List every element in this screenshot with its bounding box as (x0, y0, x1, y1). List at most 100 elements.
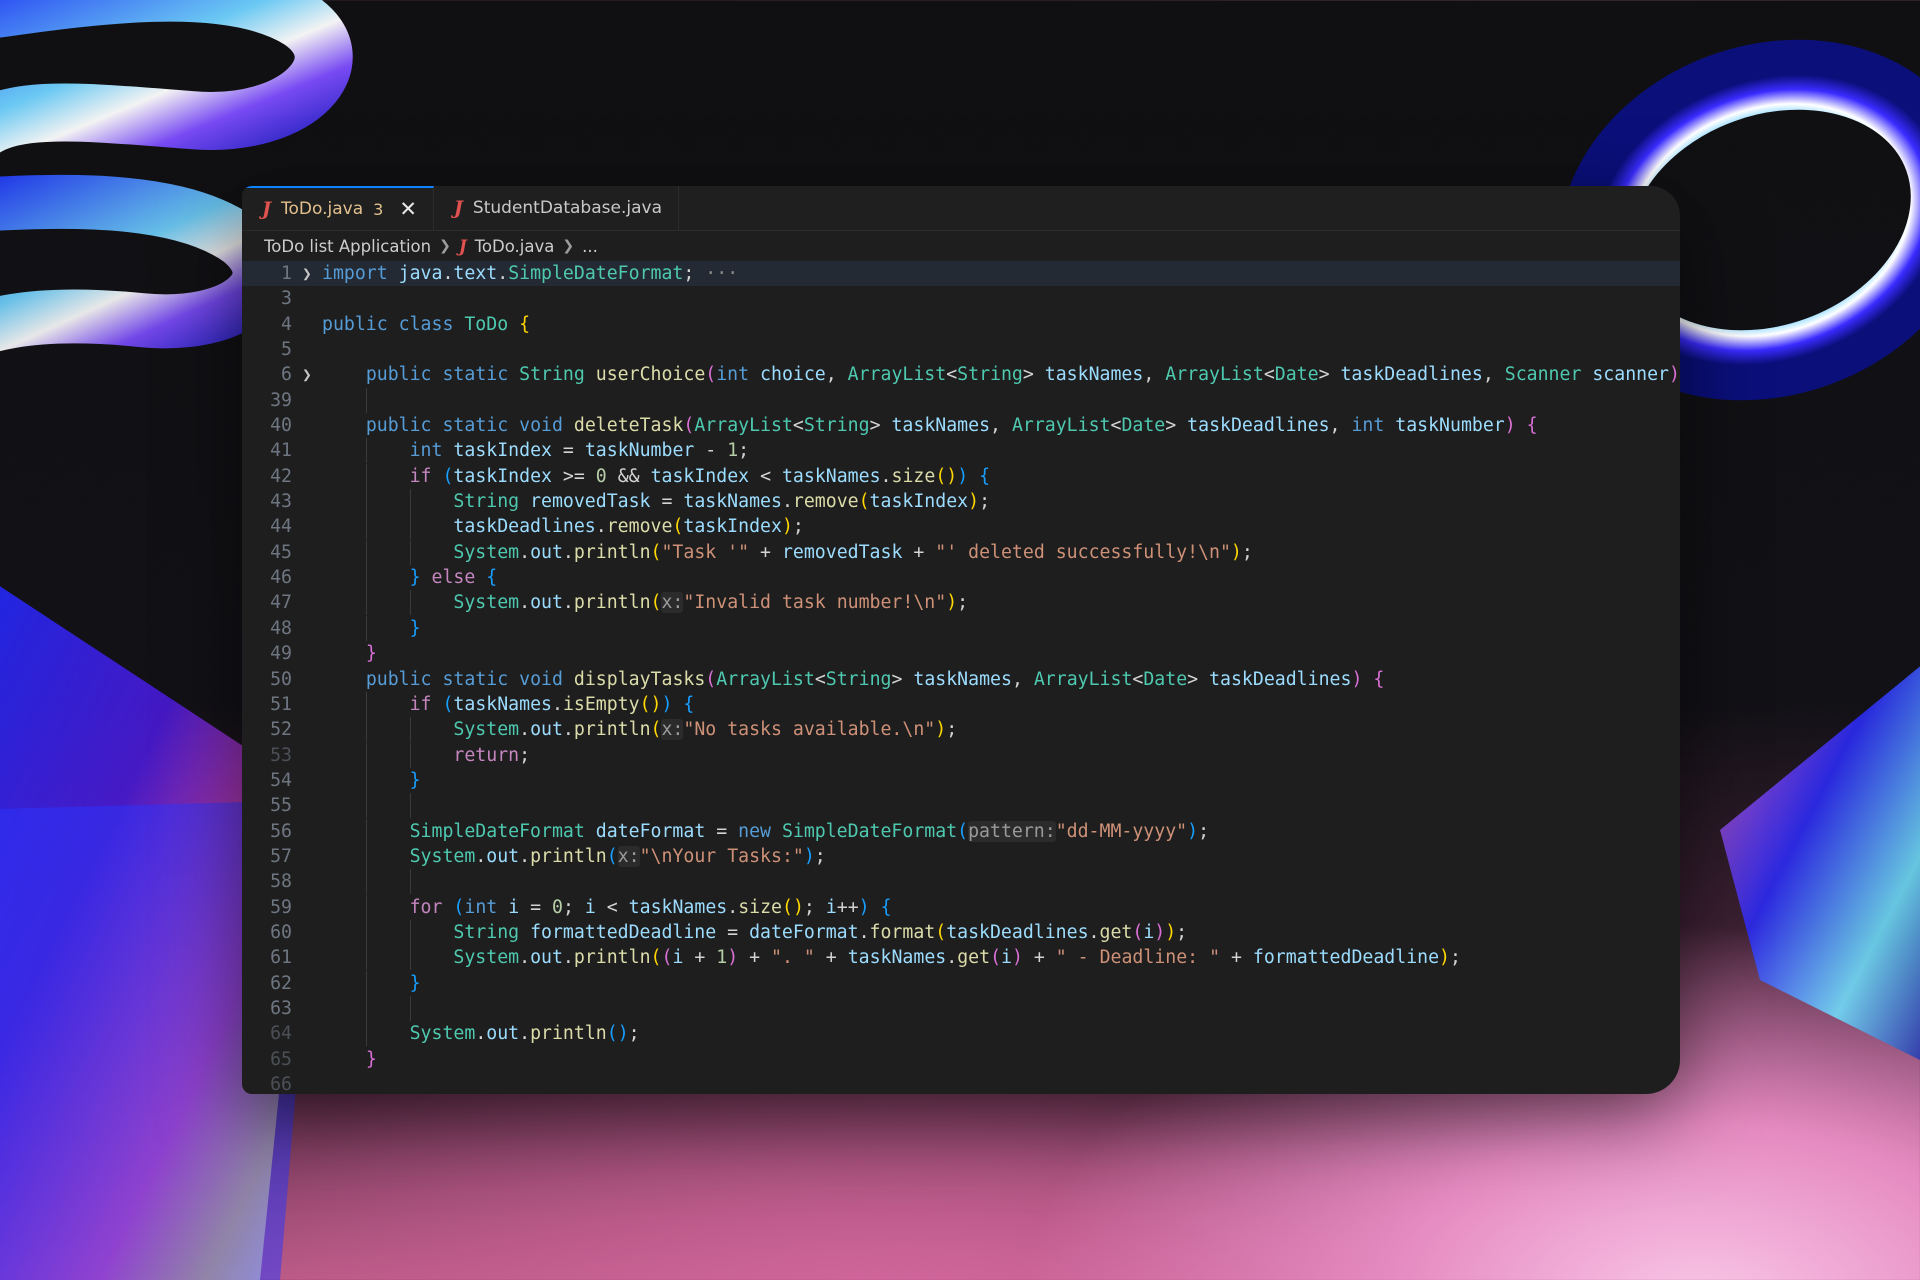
code-text: SimpleDateFormat dateFormat = new Simple… (409, 820, 1210, 842)
chevron-right-icon[interactable]: ❯ (292, 261, 322, 286)
code-line[interactable]: 5 (242, 337, 1680, 362)
code-text: public static void displayTasks(ArrayLis… (365, 668, 1385, 690)
gutter-space (292, 286, 322, 311)
code-line[interactable]: 57 System.out.println(x:"\nYour Tasks:")… (242, 844, 1680, 869)
code-text: public static String userChoice(int choi… (365, 364, 1680, 386)
code-line[interactable]: 48 } (242, 616, 1680, 641)
code-text: public class ToDo { (322, 313, 531, 335)
code-text: System.out.println((i + 1) + ". " + task… (453, 947, 1461, 969)
code-text: return; (453, 744, 531, 766)
code-editor-window: J ToDo.java 3 ✕ J StudentDatabase.java T… (242, 186, 1680, 1094)
code-line[interactable]: 44 taskDeadlines.remove(taskIndex); (242, 514, 1680, 539)
code-line[interactable]: 3 (242, 286, 1680, 311)
code-line[interactable]: 41 int taskIndex = taskNumber - 1; (242, 438, 1680, 463)
code-text: } (409, 769, 421, 791)
code-line[interactable]: 40 public static void deleteTask(ArrayLi… (242, 413, 1680, 438)
code-line[interactable]: 52 System.out.println(x:"No tasks availa… (242, 717, 1680, 742)
code-line[interactable]: 54 } (242, 768, 1680, 793)
gutter-space (292, 1021, 322, 1046)
code-line[interactable]: 6 ❯ public static String userChoice(int c… (242, 362, 1680, 387)
gutter-space (292, 312, 322, 337)
gutter-space (292, 768, 322, 793)
code-line[interactable]: 63 (242, 996, 1680, 1021)
gutter-space (292, 413, 322, 438)
code-line[interactable]: 49 } (242, 641, 1680, 666)
tab-todo-java[interactable]: J ToDo.java 3 ✕ (242, 186, 434, 230)
gutter-space (292, 945, 322, 970)
line-number: 47 (270, 592, 292, 614)
gutter-space (292, 337, 322, 362)
line-number: 50 (270, 668, 292, 690)
chevron-right-icon: ❯ (439, 238, 451, 254)
code-line[interactable]: 39 (242, 388, 1680, 413)
code-text: System.out.println(x:"No tasks available… (453, 719, 958, 741)
gutter-space (292, 540, 322, 565)
code-line[interactable]: 66 (242, 1072, 1680, 1094)
line-number: 57 (270, 845, 292, 867)
code-line[interactable]: 1 ❯ import java.text.SimpleDateFormat; ··· (242, 261, 1680, 287)
line-number: 43 (270, 491, 292, 513)
code-line[interactable]: 4 public class ToDo { (242, 312, 1680, 337)
code-line[interactable]: 45 System.out.println("Task '" + removed… (242, 540, 1680, 565)
code-line[interactable]: 51 if (taskNames.isEmpty()) { (242, 692, 1680, 717)
code-line[interactable]: 56 SimpleDateFormat dateFormat = new Sim… (242, 819, 1680, 844)
line-number: 59 (270, 896, 292, 918)
java-icon: J (453, 197, 463, 219)
breadcrumb: ToDo list Application ❯ J ToDo.java ❯ ..… (242, 231, 1680, 261)
code-line[interactable]: 55 (242, 793, 1680, 818)
folded-ellipsis[interactable]: ··· (694, 263, 738, 284)
line-number: 64 (270, 1023, 292, 1045)
code-line[interactable]: 43 String removedTask = taskNames.remove… (242, 489, 1680, 514)
line-number: 42 (270, 465, 292, 487)
code-line[interactable]: 65 } (242, 1047, 1680, 1072)
gutter-space (292, 717, 322, 742)
breadcrumb-file[interactable]: ToDo.java (475, 237, 555, 256)
gutter-space (292, 743, 322, 768)
breadcrumb-folder[interactable]: ToDo list Application (264, 237, 431, 256)
gutter-space (292, 489, 322, 514)
line-number: 60 (270, 921, 292, 943)
gutter-space (292, 971, 322, 996)
code-area[interactable]: 1 ❯ import java.text.SimpleDateFormat; ···… (242, 261, 1680, 1094)
chevron-right-icon[interactable]: ❯ (292, 362, 322, 387)
code-text: System.out.println(x:"\nYour Tasks:"); (409, 845, 826, 867)
gutter-space (292, 565, 322, 590)
line-number: 55 (270, 795, 292, 817)
line-number: 1 (281, 263, 292, 284)
breadcrumb-symbol[interactable]: ... (582, 237, 598, 256)
code-line[interactable]: 46 } else { (242, 565, 1680, 590)
code-text: if (taskNames.isEmpty()) { (409, 693, 695, 715)
code-line[interactable]: 61 System.out.println((i + 1) + ". " + t… (242, 945, 1680, 970)
line-number: 6 (281, 364, 292, 386)
code-text: } else { (409, 567, 498, 589)
line-number: 44 (270, 516, 292, 538)
gutter-space (292, 692, 322, 717)
code-text: int taskIndex = taskNumber - 1; (409, 440, 750, 462)
code-line[interactable]: 42 if (taskIndex >= 0 && taskIndex < tas… (242, 464, 1680, 489)
gutter-space (292, 667, 322, 692)
code-line[interactable]: 50 public static void displayTasks(Array… (242, 667, 1680, 692)
line-number: 63 (270, 997, 292, 1019)
code-text: System.out.println("Task '" + removedTas… (453, 541, 1253, 563)
gutter-space (292, 996, 322, 1021)
code-line[interactable]: 64 System.out.println(); (242, 1021, 1680, 1046)
tab-studentdatabase-java[interactable]: J StudentDatabase.java (434, 186, 679, 230)
code-line[interactable]: 62 } (242, 971, 1680, 996)
tab-label: ToDo.java (281, 199, 364, 219)
code-line[interactable]: 47 System.out.println(x:"Invalid task nu… (242, 590, 1680, 615)
code-text: import java.text.SimpleDateFormat; ··· (322, 263, 739, 284)
gutter-space (292, 616, 322, 641)
gutter-space (292, 388, 322, 413)
code-line[interactable]: 60 String formattedDeadline = dateFormat… (242, 920, 1680, 945)
gutter-space (292, 895, 322, 920)
close-icon[interactable]: ✕ (399, 197, 417, 221)
line-number: 46 (270, 567, 292, 589)
line-number: 41 (270, 440, 292, 462)
line-number: 40 (270, 415, 292, 437)
line-number: 65 (270, 1048, 292, 1070)
code-line[interactable]: 58 (242, 869, 1680, 894)
code-line[interactable]: 53 return; (242, 743, 1680, 768)
gutter-space (292, 869, 322, 894)
code-line[interactable]: 59 for (int i = 0; i < taskNames.size();… (242, 895, 1680, 920)
code-text: String formattedDeadline = dateFormat.fo… (453, 921, 1188, 943)
